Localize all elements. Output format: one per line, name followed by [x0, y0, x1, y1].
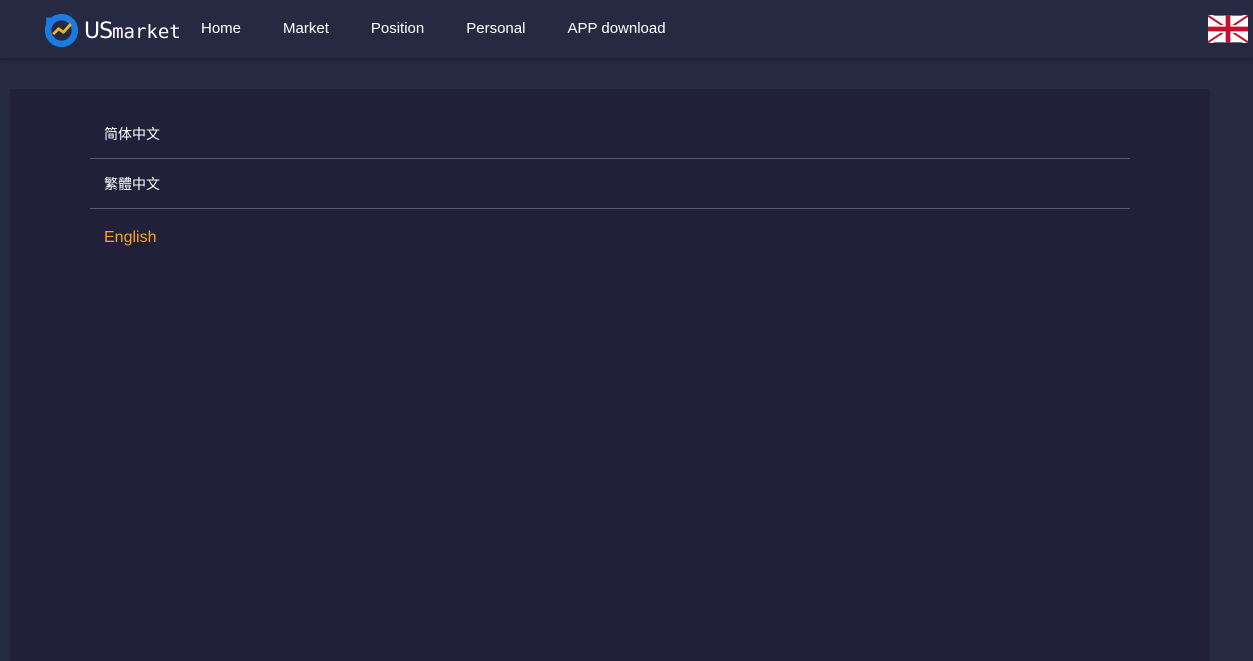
language-list: 简体中文 繁體中文 English	[90, 109, 1130, 279]
usmarket-logo[interactable]: USmarket	[43, 11, 181, 49]
main-nav: Home Market Position Personal APP downlo…	[201, 0, 708, 56]
nav-home[interactable]: Home	[201, 20, 241, 37]
top-navigation-bar: USmarket Home Market Position Personal A…	[0, 0, 1253, 58]
nav-position[interactable]: Position	[371, 20, 424, 37]
language-panel: 简体中文 繁體中文 English	[10, 89, 1210, 661]
logo-text: USmarket	[84, 19, 181, 44]
language-simplified-chinese[interactable]: 简体中文	[90, 109, 1130, 159]
nav-app-download[interactable]: APP download	[567, 20, 665, 37]
logo-icon	[44, 13, 79, 47]
language-english[interactable]: English	[90, 209, 1130, 279]
nav-market[interactable]: Market	[283, 20, 329, 37]
language-traditional-chinese[interactable]: 繁體中文	[90, 159, 1130, 209]
uk-flag-icon[interactable]	[1208, 15, 1248, 43]
nav-personal[interactable]: Personal	[466, 20, 525, 37]
